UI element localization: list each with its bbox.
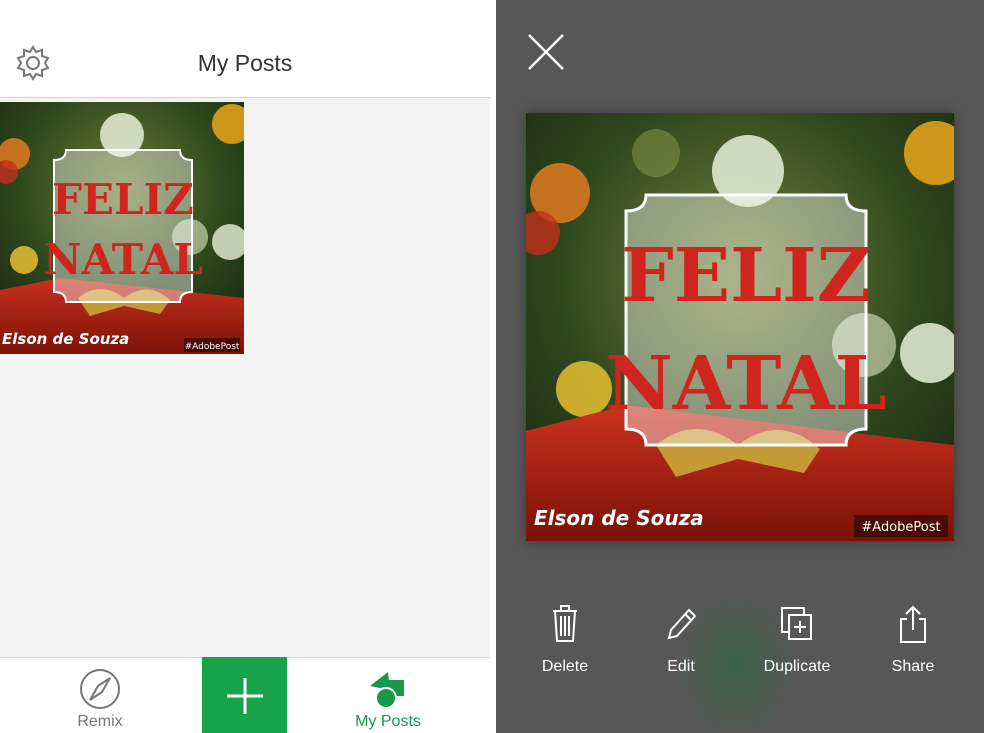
delete-label: Delete bbox=[541, 658, 589, 675]
tab-my-posts[interactable]: My Posts bbox=[338, 658, 438, 733]
preview-hashtag: #AdobePost bbox=[861, 520, 940, 535]
preview-author: Elson de Souza bbox=[534, 506, 704, 530]
page-title: My Posts bbox=[197, 50, 293, 76]
share-label: Share bbox=[891, 658, 935, 675]
top-bar: My Posts bbox=[0, 0, 490, 98]
duplicate-icon bbox=[779, 604, 815, 644]
post-thumbnail[interactable]: FELIZ NATAL Elson de Souza #AdobePost bbox=[0, 102, 244, 354]
post-hashtag: #AdobePost bbox=[185, 342, 240, 352]
close-icon[interactable] bbox=[526, 32, 566, 72]
tab-bar: Remix My Posts bbox=[0, 657, 490, 733]
preview-title-line2: NATAL bbox=[605, 341, 886, 427]
post-title-line1: FELIZ bbox=[52, 175, 194, 224]
trash-icon bbox=[547, 604, 583, 644]
preview-title-line1: FELIZ bbox=[621, 233, 871, 319]
my-posts-screen: My Posts FELIZ NATAL Elson de Souza #Ado… bbox=[0, 0, 490, 733]
shapes-icon bbox=[366, 668, 410, 710]
post-author: Elson de Souza bbox=[2, 330, 129, 348]
compass-icon bbox=[78, 668, 122, 710]
edit-label: Edit bbox=[667, 658, 695, 675]
create-post-button[interactable] bbox=[202, 657, 287, 733]
tab-my-posts-label: My Posts bbox=[355, 713, 421, 730]
share-icon bbox=[895, 604, 931, 644]
post-preview: FELIZ NATAL Elson de Souza #AdobePost bbox=[526, 113, 954, 541]
tab-remix-label: Remix bbox=[77, 713, 123, 730]
post-detail-screen: FELIZ NATAL Elson de Souza #AdobePost De… bbox=[496, 0, 984, 733]
pencil-icon bbox=[663, 604, 699, 644]
post-title-line2: NATAL bbox=[43, 235, 203, 284]
plus-icon bbox=[227, 678, 263, 714]
action-bar: Delete Edit Duplicate Share bbox=[496, 604, 984, 694]
tab-remix[interactable]: Remix bbox=[50, 658, 150, 733]
duplicate-label: Duplicate bbox=[763, 658, 831, 675]
